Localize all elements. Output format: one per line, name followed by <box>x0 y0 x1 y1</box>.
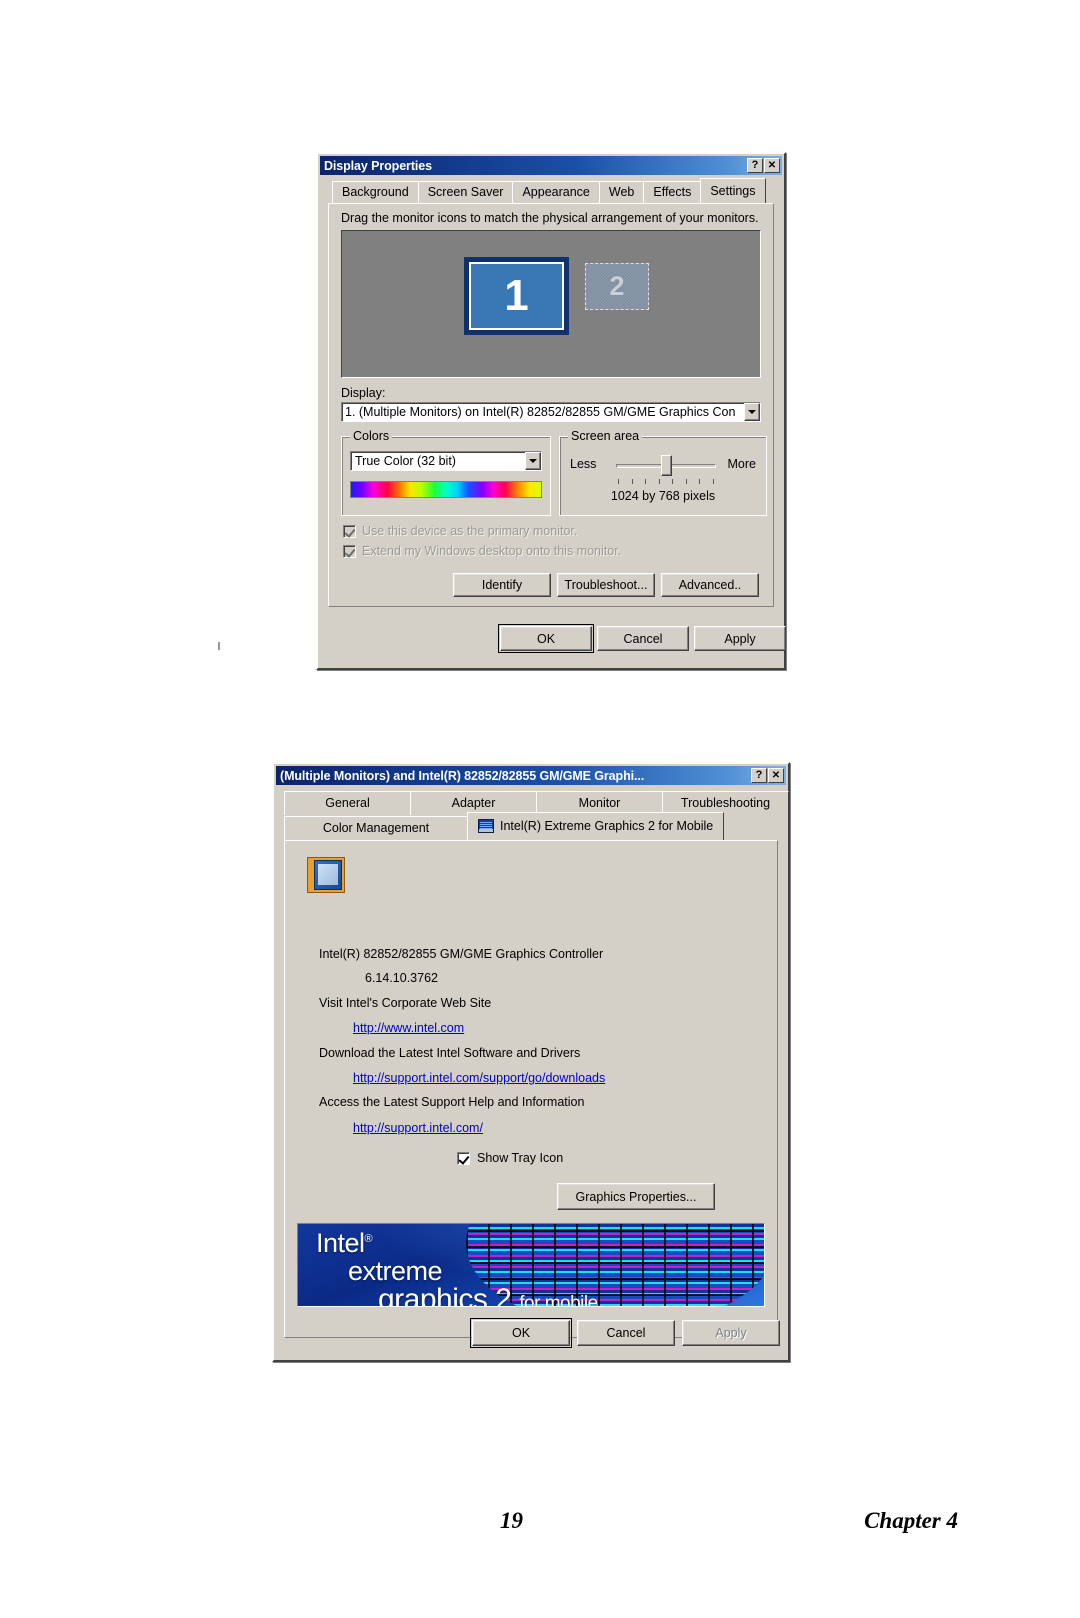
advanced-button[interactable]: Advanced.. <box>661 573 759 597</box>
corporate-site-text: Visit Intel's Corporate Web Site <box>319 996 492 1010</box>
chevron-down-icon[interactable] <box>744 403 760 421</box>
downloads-text: Download the Latest Intel Software and D… <box>319 1046 581 1060</box>
chapter-label: Chapter 4 <box>864 1508 958 1533</box>
primary-monitor-checkbox-row[interactable]: Use this device as the primary monitor. <box>343 524 577 538</box>
adapter-properties-window: (Multiple Monitors) and Intel(R) 82852/8… <box>272 762 790 1362</box>
screen-area-group: Screen area Less More 1024 by 768 pixels <box>559 429 767 516</box>
color-depth-dropdown[interactable]: True Color (32 bit) <box>350 451 542 471</box>
extend-desktop-checkbox[interactable] <box>343 544 356 558</box>
ok-button[interactable]: OK <box>498 624 594 653</box>
driver-version-label: 6.14.10.3762 <box>365 971 438 985</box>
apply-button[interactable]: Apply <box>694 626 786 651</box>
tab-background[interactable]: Background <box>332 181 419 203</box>
troubleshoot-button[interactable]: Troubleshoot... <box>557 573 655 597</box>
graphics-adapter-icon <box>307 857 345 893</box>
ok-button[interactable]: OK <box>470 1318 572 1348</box>
extend-desktop-checkbox-row[interactable]: Extend my Windows desktop onto this moni… <box>343 544 621 558</box>
help-button[interactable]: ? <box>751 768 767 783</box>
tab-general[interactable]: General <box>284 791 411 815</box>
intel-extreme-graphics-banner: Intel® extreme graphics 2 for mobile <box>297 1223 765 1307</box>
chevron-down-icon[interactable] <box>525 452 541 470</box>
color-spectrum-preview <box>350 481 542 498</box>
corporate-site-link[interactable]: http://www.intel.com <box>353 1021 464 1035</box>
cancel-button[interactable]: Cancel <box>597 626 689 651</box>
graphics-properties-button[interactable]: Graphics Properties... <box>557 1183 715 1210</box>
color-depth-value: True Color (32 bit) <box>355 454 456 468</box>
display-properties-titlebar[interactable]: Display Properties ? ✕ <box>320 156 782 175</box>
banner-line-2: extreme <box>348 1255 443 1286</box>
extend-desktop-label: Extend my Windows desktop onto this moni… <box>362 544 622 558</box>
adapter-tabstrip-row-2: Color Management Intel(R) Extreme Graphi… <box>274 812 788 840</box>
slider-more-label: More <box>727 457 756 471</box>
downloads-link[interactable]: http://support.intel.com/support/go/down… <box>353 1071 605 1085</box>
display-properties-tabstrip: Background Screen Saver Appearance Web E… <box>330 178 784 203</box>
support-text: Access the Latest Support Help and Infor… <box>319 1095 585 1109</box>
resolution-slider-thumb[interactable] <box>661 455 672 476</box>
identify-button[interactable]: Identify <box>453 573 551 597</box>
banner-line-3-suffix: for mobile <box>519 1293 598 1307</box>
adapter-properties-title: (Multiple Monitors) and Intel(R) 82852/8… <box>280 768 645 783</box>
colors-group-title: Colors <box>350 429 393 443</box>
intel-graphics-tab-panel: Intel(R) 82852/82855 GM/GME Graphics Con… <box>284 840 778 1338</box>
help-button[interactable]: ? <box>747 158 763 173</box>
tab-effects[interactable]: Effects <box>643 181 702 203</box>
banner-line-1: Intel <box>316 1228 365 1258</box>
display-dropdown-value: 1. (Multiple Monitors) on Intel(R) 82852… <box>345 405 736 419</box>
monitor-arrangement-area[interactable]: 1 2 <box>341 230 761 378</box>
controller-name-label: Intel(R) 82852/82855 GM/GME Graphics Con… <box>319 947 604 961</box>
tab-settings[interactable]: Settings <box>700 178 766 203</box>
tab-appearance[interactable]: Appearance <box>512 181 600 203</box>
cancel-button[interactable]: Cancel <box>577 1320 675 1346</box>
resolution-value-label: 1024 by 768 pixels <box>610 489 716 503</box>
show-tray-icon-label: Show Tray Icon <box>477 1151 564 1165</box>
screen-area-group-title: Screen area <box>568 429 643 443</box>
monitor-arrangement-instruction: Drag the monitor icons to match the phys… <box>341 211 759 225</box>
banner-trademark: ® <box>364 1233 373 1245</box>
tab-intel-extreme-graphics-label: Intel(R) Extreme Graphics 2 for Mobile <box>500 819 714 833</box>
close-icon[interactable]: ✕ <box>768 768 784 783</box>
tab-web[interactable]: Web <box>598 181 645 203</box>
tab-color-management[interactable]: Color Management <box>284 816 468 840</box>
page-number: 19 <box>500 1508 523 1533</box>
scan-artifact-tick <box>218 642 220 650</box>
primary-monitor-checkbox[interactable] <box>343 524 356 538</box>
banner-text: Intel® extreme graphics 2 for mobile <box>316 1228 598 1307</box>
tab-intel-extreme-graphics[interactable]: Intel(R) Extreme Graphics 2 for Mobile <box>467 812 725 840</box>
support-link[interactable]: http://support.intel.com/ <box>353 1121 483 1135</box>
display-properties-title: Display Properties <box>324 158 432 173</box>
show-tray-icon-row[interactable]: Show Tray Icon <box>457 1151 563 1165</box>
show-tray-icon-checkbox[interactable] <box>457 1151 470 1165</box>
monitor-icon-1[interactable]: 1 <box>464 257 569 335</box>
monitor-icon-2[interactable]: 2 <box>585 263 649 310</box>
tab-screen-saver[interactable]: Screen Saver <box>417 181 514 203</box>
close-icon[interactable]: ✕ <box>764 158 780 173</box>
resolution-slider-ticks <box>618 479 714 484</box>
slider-less-label: Less <box>570 457 597 471</box>
display-properties-window: Display Properties ? ✕ Background Screen… <box>316 152 786 670</box>
driver-chip-icon <box>478 819 494 833</box>
banner-line-3: graphics 2 <box>378 1283 512 1307</box>
apply-button[interactable]: Apply <box>682 1320 780 1346</box>
adapter-properties-titlebar[interactable]: (Multiple Monitors) and Intel(R) 82852/8… <box>276 766 786 785</box>
colors-group: Colors True Color (32 bit) <box>341 429 551 516</box>
primary-monitor-label: Use this device as the primary monitor. <box>362 524 578 538</box>
display-label: Display: <box>341 386 386 400</box>
display-dropdown[interactable]: 1. (Multiple Monitors) on Intel(R) 82852… <box>341 402 761 422</box>
settings-tab-panel: Drag the monitor icons to match the phys… <box>328 203 774 607</box>
